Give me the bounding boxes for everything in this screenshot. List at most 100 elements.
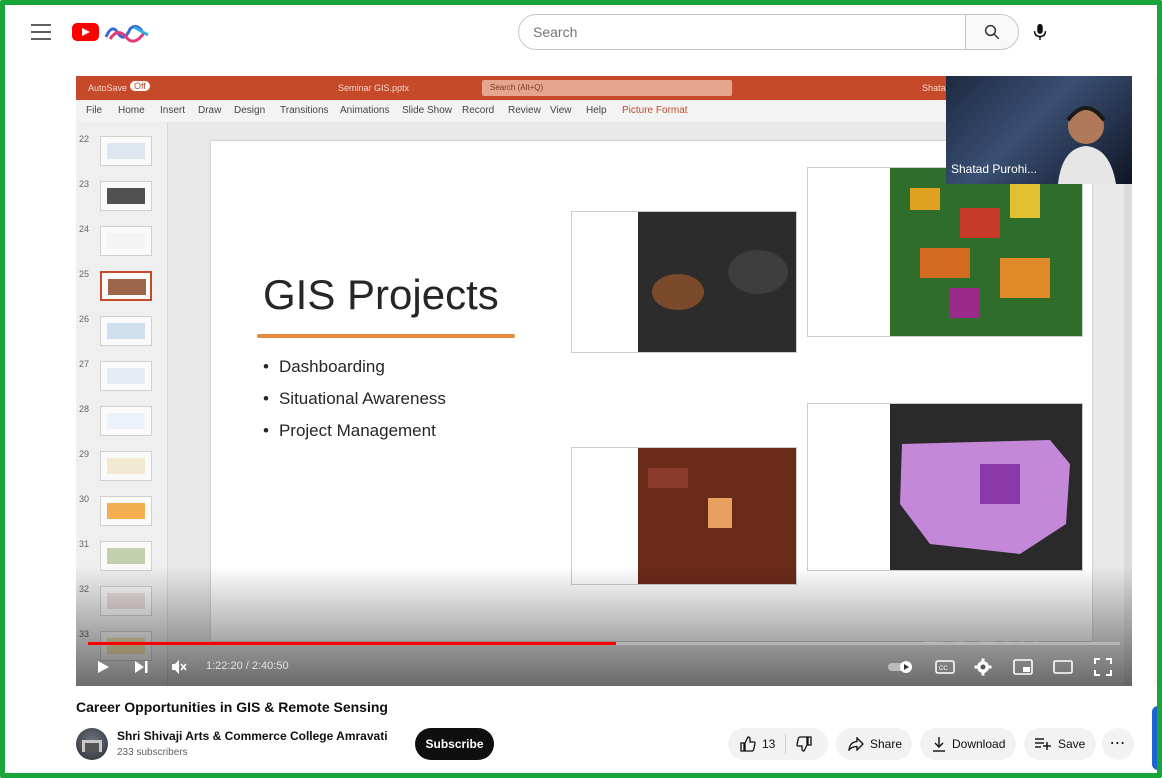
search-input[interactable] — [533, 15, 953, 49]
ppt-menu-animations[interactable]: Animations — [340, 105, 389, 116]
ppt-menu-picture-format[interactable]: Picture Format — [622, 105, 688, 116]
play-button[interactable] — [90, 654, 116, 680]
side-panel-tab[interactable] — [1152, 706, 1162, 770]
ppt-menu-view[interactable]: View — [550, 105, 572, 116]
more-icon: ⋯ — [1109, 735, 1127, 752]
like-button[interactable]: 13 — [740, 736, 775, 752]
play-icon — [98, 661, 109, 673]
channel-name[interactable]: Shri Shivaji Arts & Commerce College Amr… — [117, 729, 388, 743]
slide-bullet: Project Management — [263, 415, 446, 447]
slide-thumbnail-preview — [100, 361, 152, 391]
ppt-menu-file[interactable]: File — [86, 105, 102, 116]
slide-bullet-list: DashboardingSituational AwarenessProject… — [263, 351, 446, 447]
dashboard-map-parcels — [571, 447, 797, 585]
video-player[interactable]: AutoSave Off Seminar GIS.pptx Search (Al… — [76, 76, 1132, 686]
video-title: Career Opportunities in GIS & Remote Sen… — [76, 699, 388, 715]
slide-thumbnail[interactable]: 27 — [76, 359, 168, 399]
ppt-menu-slide-show[interactable]: Slide Show — [402, 105, 452, 116]
share-button[interactable]: Share — [836, 728, 912, 760]
subscribe-button[interactable]: Subscribe — [415, 728, 494, 760]
download-button[interactable]: Download — [920, 728, 1016, 760]
ppt-file-name: Seminar GIS.pptx — [338, 83, 410, 93]
miniplayer-button[interactable] — [1010, 654, 1036, 680]
ppt-menu-insert[interactable]: Insert — [160, 105, 185, 116]
youtube-logo-icon[interactable] — [72, 21, 154, 43]
slide-bullet: Dashboarding — [263, 351, 446, 383]
dashboard-map-usa-fields — [807, 167, 1083, 337]
search-icon — [984, 24, 1000, 40]
slide-thumbnail-number: 24 — [79, 224, 90, 234]
like-count: 13 — [762, 737, 776, 751]
autoplay-toggle-icon — [888, 661, 912, 673]
save-label: Save — [1058, 737, 1086, 751]
slide-thumbnail-preview — [100, 451, 152, 481]
slide-thumbnail-preview — [100, 406, 152, 436]
slide-thumbnail[interactable]: 23 — [76, 179, 168, 219]
progress-bar-played — [88, 642, 617, 645]
autoplay-toggle[interactable] — [886, 654, 916, 680]
search-box — [518, 14, 966, 50]
mute-button[interactable] — [166, 654, 192, 680]
search-button[interactable] — [965, 14, 1019, 50]
slide-thumbnail-preview — [100, 136, 152, 166]
download-label: Download — [952, 737, 1006, 751]
slide-thumbnail-preview — [100, 271, 152, 301]
ppt-menu-design[interactable]: Design — [234, 105, 265, 116]
settings-button[interactable] — [970, 654, 996, 680]
slide-thumbnail-number: 23 — [79, 179, 90, 189]
slide-thumbnail-preview — [100, 496, 152, 526]
channel-avatar[interactable] — [76, 728, 108, 760]
ppt-menu-review[interactable]: Review — [508, 105, 541, 116]
microphone-icon — [1033, 23, 1047, 41]
miniplayer-icon — [1013, 659, 1033, 675]
slide-thumbnail-number: 26 — [79, 314, 90, 324]
slide-title: GIS Projects — [263, 271, 499, 318]
next-icon — [135, 661, 148, 673]
download-icon — [933, 737, 945, 752]
ppt-search-input[interactable]: Search (Alt+Q) — [482, 80, 732, 96]
slide-thumbnail-number: 25 — [79, 269, 90, 279]
slide-thumbnail[interactable]: 28 — [76, 404, 168, 444]
thumbs-up-icon — [740, 736, 756, 752]
ppt-menu-help[interactable]: Help — [586, 105, 607, 116]
slide-thumbnail[interactable]: 25 — [76, 269, 168, 309]
menu-icon[interactable] — [28, 20, 54, 44]
slide-thumbnail-number: 27 — [79, 359, 90, 369]
slide-thumbnail[interactable]: 30 — [76, 494, 168, 534]
save-button[interactable]: Save — [1024, 728, 1096, 760]
captions-icon: CC — [935, 660, 955, 674]
ppt-menu-transitions[interactable]: Transitions — [280, 105, 329, 116]
captions-button[interactable]: CC — [932, 654, 958, 680]
dislike-button[interactable] — [796, 736, 813, 752]
slide-thumbnail[interactable]: 22 — [76, 134, 168, 174]
save-playlist-icon — [1035, 738, 1051, 750]
ppt-menu-home[interactable]: Home — [118, 105, 145, 116]
slide-thumbnail-number: 22 — [79, 134, 90, 144]
sidebar-edge — [1154, 76, 1162, 686]
slide-thumbnail[interactable]: 29 — [76, 449, 168, 489]
more-actions-button[interactable]: ⋯ — [1102, 728, 1134, 760]
ppt-menu-record[interactable]: Record — [462, 105, 494, 116]
slide-thumbnail-number: 30 — [79, 494, 90, 504]
autosave-label: AutoSave — [88, 83, 128, 93]
fullscreen-button[interactable] — [1090, 654, 1116, 680]
time-display: 1:22:20 / 2:40:50 — [206, 660, 289, 672]
slide-thumbnail[interactable]: 24 — [76, 224, 168, 264]
autosave-toggle[interactable]: Off — [130, 81, 150, 91]
slide-thumbnail-number: 28 — [79, 404, 90, 414]
thumbs-down-icon — [796, 736, 813, 752]
theater-mode-button[interactable] — [1050, 654, 1076, 680]
ppt-menu-draw[interactable]: Draw — [198, 105, 221, 116]
slide-thumbnail[interactable]: 26 — [76, 314, 168, 354]
next-button[interactable] — [128, 654, 154, 680]
settings-icon — [974, 658, 992, 676]
masthead — [0, 0, 1162, 64]
slide-thumbnail-preview — [100, 181, 152, 211]
slide-thumbnail-number: 29 — [79, 449, 90, 459]
subscriber-count: 233 subscribers — [117, 747, 188, 758]
slide-bullet: Situational Awareness — [263, 383, 446, 415]
slide-thumbnail-preview — [100, 226, 152, 256]
ppt-search-placeholder: Search (Alt+Q) — [490, 83, 544, 92]
mute-icon — [172, 660, 187, 674]
voice-search-button[interactable] — [1024, 16, 1056, 48]
